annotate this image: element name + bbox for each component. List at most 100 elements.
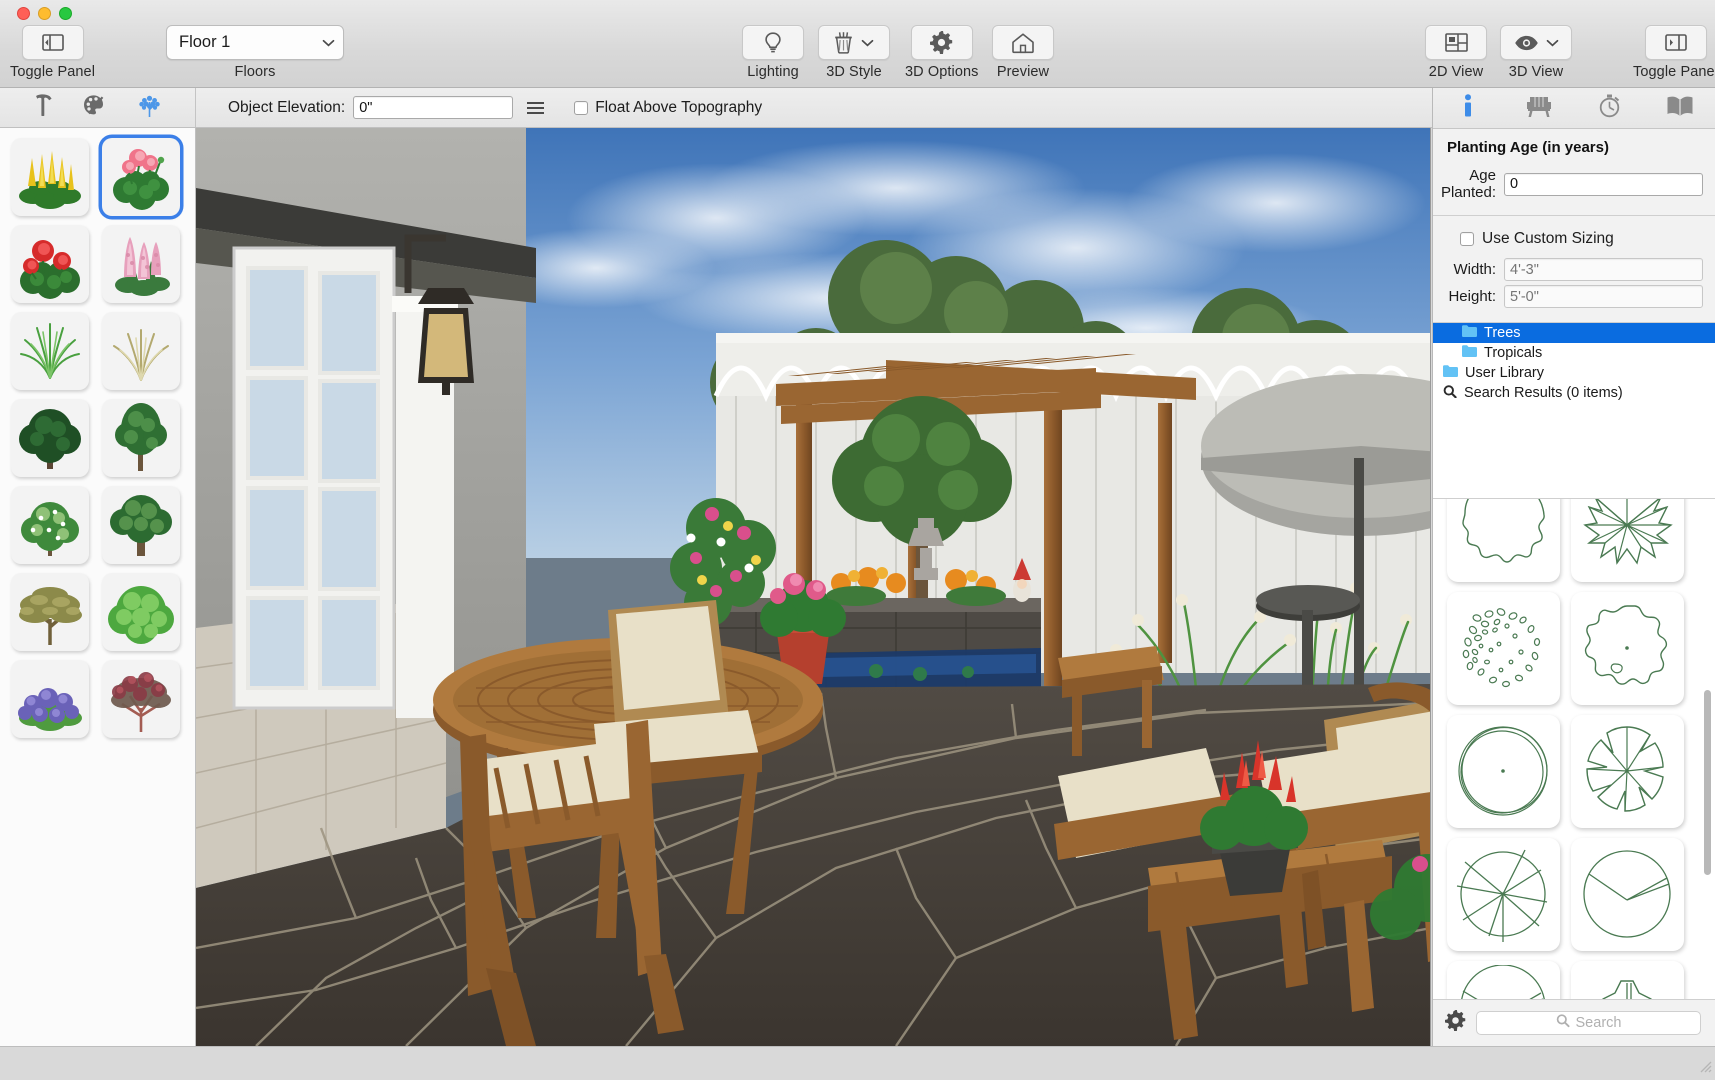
symbol-scalloped-canopy-symbol[interactable]	[1447, 499, 1560, 582]
chair-icon	[1526, 94, 1552, 123]
library-item-trees[interactable]: Trees	[1433, 323, 1715, 343]
search-icon	[1443, 384, 1457, 402]
gear-icon[interactable]	[1445, 1010, 1466, 1036]
plant-thumb-purple-hydrangea[interactable]	[11, 660, 89, 738]
main-toolbar: Toggle Panel Floor 1 Floors Lighting 3D …	[0, 0, 1715, 88]
paint-bucket-icon	[834, 31, 853, 54]
search-placeholder: Search	[1575, 1015, 1622, 1031]
2d-view-group: 2D View	[1425, 25, 1487, 80]
minimize-button[interactable]	[38, 7, 51, 20]
library-item-label: User Library	[1465, 365, 1544, 381]
float-above-topography-checkbox[interactable]	[574, 100, 589, 115]
plant-thumb-dark-conifer-tree[interactable]	[11, 399, 89, 477]
plants-tool-button[interactable]	[137, 93, 162, 123]
lighting-button[interactable]	[742, 25, 804, 60]
plant-thumb-deciduous-tree[interactable]	[102, 399, 180, 477]
library-item-user-library[interactable]: User Library	[1433, 363, 1715, 383]
close-button[interactable]	[17, 7, 30, 20]
object-elevation-input[interactable]	[353, 96, 514, 119]
resize-grip[interactable]	[1698, 1059, 1712, 1078]
symbol-triple-circle-symbol[interactable]	[1447, 715, 1560, 828]
toggle-panel-right-group: Toggle Panel	[1633, 25, 1715, 80]
custom-sizing-section: Use Custom Sizing Width: Height:	[1433, 216, 1715, 323]
plant-thumb-pink-geranium[interactable]	[102, 138, 180, 216]
symbol-crossed-lines-symbol[interactable]	[1447, 838, 1560, 951]
panel-tab-bar	[1433, 88, 1715, 129]
history-tab[interactable]	[1574, 88, 1645, 128]
library-tab[interactable]	[1645, 88, 1715, 128]
symbol-grid-scrollbar[interactable]	[1703, 505, 1712, 993]
library-category-list[interactable]: Grasses Ground Cover Hedges Ornamental G…	[1433, 323, 1715, 499]
height-row: Height:	[1433, 285, 1715, 308]
palette-icon	[83, 94, 107, 122]
symbol-wedge-circle-symbol[interactable]	[1571, 838, 1684, 951]
library-item-tropicals[interactable]: Tropicals	[1433, 343, 1715, 363]
search-icon	[1556, 1013, 1570, 1033]
symbol-stippled-foliage-symbol[interactable]	[1447, 592, 1560, 705]
symbol-radial-lobed-symbol[interactable]	[1571, 715, 1684, 828]
width-label: Width:	[1453, 261, 1496, 278]
chevron-down-icon	[322, 33, 335, 52]
maximize-button[interactable]	[59, 7, 72, 20]
use-custom-sizing-checkbox[interactable]	[1460, 232, 1474, 246]
height-input[interactable]	[1504, 285, 1703, 308]
symbol-segmented-star-symbol[interactable]	[1571, 499, 1684, 582]
symbol-elevation-tree-symbol[interactable]	[1571, 961, 1684, 999]
planting-age-title: Planting Age (in years)	[1447, 139, 1609, 156]
3d-view-group: 3D View	[1500, 25, 1572, 80]
use-custom-sizing-row[interactable]: Use Custom Sizing	[1433, 226, 1715, 254]
stopwatch-icon	[1598, 93, 1621, 123]
plant-palette-panel[interactable]	[0, 128, 196, 1046]
application-window: Toggle Panel Floor 1 Floors Lighting 3D …	[0, 0, 1715, 1080]
3d-style-button[interactable]	[818, 25, 890, 60]
build-tool-button[interactable]	[33, 93, 53, 122]
2d-view-button[interactable]	[1425, 25, 1487, 60]
library-item-label: Trees	[1484, 325, 1521, 341]
age-planted-input[interactable]	[1504, 172, 1703, 196]
plant-thumb-red-geranium[interactable]	[11, 225, 89, 303]
3d-viewport[interactable]	[196, 128, 1431, 1046]
float-above-topography-row[interactable]: Float Above Topography	[574, 99, 762, 117]
gear-icon	[930, 31, 953, 54]
open-book-icon	[1666, 94, 1694, 122]
info-tab[interactable]	[1433, 88, 1504, 128]
plant-thumbnail-grid	[0, 128, 195, 748]
plant-thumb-yellow-celosia[interactable]	[11, 138, 89, 216]
search-input[interactable]: Search	[1476, 1011, 1701, 1035]
floor-select-value: Floor 1	[179, 33, 231, 51]
folder-icon	[1462, 325, 1477, 341]
plant-thumb-broadleaf-shade-tree[interactable]	[102, 486, 180, 564]
plant-thumb-olive-canopy-tree[interactable]	[11, 573, 89, 651]
library-item-label: Tropicals	[1484, 345, 1543, 361]
list-lines-icon[interactable]	[527, 101, 545, 114]
library-item-search-results[interactable]: Search Results (0 items)	[1433, 383, 1715, 403]
plant-thumb-green-ornamental-grass[interactable]	[11, 312, 89, 390]
toggle-panel-left-button[interactable]	[21, 25, 84, 60]
3d-view-chevron-down-icon[interactable]	[1546, 39, 1559, 47]
plant-thumb-bright-green-shrub[interactable]	[102, 573, 180, 651]
floor-select[interactable]: Floor 1	[166, 25, 344, 60]
symbol-cloud-outline-symbol[interactable]	[1571, 592, 1684, 705]
plant-thumb-flowering-shrub[interactable]	[11, 486, 89, 564]
lightbulb-icon	[763, 31, 783, 55]
symbol-grid-container[interactable]	[1433, 499, 1715, 1000]
plant-thumb-pink-foxglove[interactable]	[102, 225, 180, 303]
preview-button[interactable]	[992, 25, 1054, 60]
width-input[interactable]	[1504, 258, 1703, 281]
patio-scene-render	[196, 128, 1430, 1046]
materials-tool-button[interactable]	[83, 94, 107, 122]
symbol-grid	[1433, 499, 1699, 999]
floors-group: Floor 1 Floors	[166, 25, 344, 80]
furniture-tab[interactable]	[1504, 88, 1575, 128]
age-planted-label: Age Planted:	[1440, 167, 1496, 201]
symbol-partial-wedge-symbol[interactable]	[1447, 961, 1560, 999]
toggle-panel-right-button[interactable]	[1644, 25, 1707, 60]
floors-label: Floors	[234, 64, 276, 80]
plant-thumb-red-crape-myrtle[interactable]	[102, 660, 180, 738]
3d-style-chevron-down-icon[interactable]	[861, 39, 874, 47]
3d-options-group: 3D Options	[905, 25, 979, 80]
3d-view-button[interactable]	[1500, 25, 1572, 60]
3d-options-button[interactable]	[910, 25, 973, 60]
plant-thumb-tan-ornamental-grass[interactable]	[102, 312, 180, 390]
properties-panel: Planting Age (in years) Age Planted: Use…	[1432, 88, 1715, 1046]
